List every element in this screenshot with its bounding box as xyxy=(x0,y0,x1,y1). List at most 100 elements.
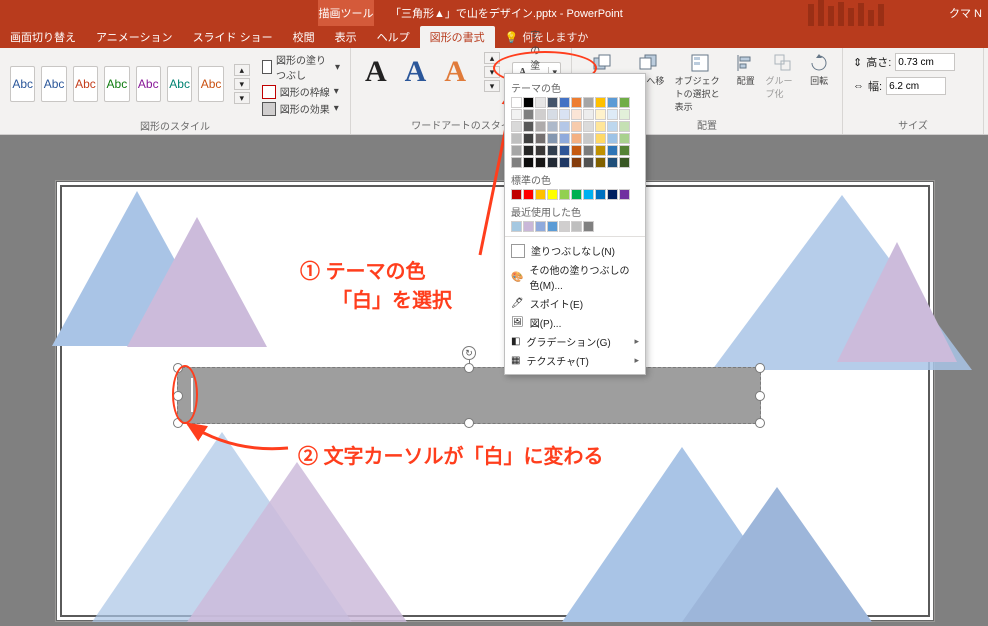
theme-color-swatch[interactable] xyxy=(595,145,606,156)
theme-color-swatch[interactable] xyxy=(559,121,570,132)
gradient-fill-item[interactable]: ◧グラデーション(G)▸ xyxy=(511,332,639,351)
standard-color-swatch[interactable] xyxy=(619,189,630,200)
recent-color-swatch[interactable] xyxy=(511,221,522,232)
theme-color-swatch[interactable] xyxy=(547,133,558,144)
tab-shape-format[interactable]: 図形の書式 xyxy=(420,26,495,48)
tab-animations[interactable]: アニメーション xyxy=(86,26,183,48)
recent-color-swatch[interactable] xyxy=(535,221,546,232)
theme-color-swatch[interactable] xyxy=(571,145,582,156)
shape-style-preset[interactable]: Abc xyxy=(198,66,223,102)
group-button[interactable]: グループ化 xyxy=(765,52,800,100)
gallery-down-icon[interactable]: ▾ xyxy=(234,78,250,90)
theme-color-swatch[interactable] xyxy=(523,121,534,132)
theme-color-swatch[interactable] xyxy=(511,97,522,108)
gallery-up-icon[interactable]: ▴ xyxy=(234,64,250,76)
theme-color-swatch[interactable] xyxy=(571,157,582,168)
resize-handle[interactable] xyxy=(464,363,474,373)
shape-style-preset[interactable]: Abc xyxy=(10,66,35,102)
resize-handle[interactable] xyxy=(173,363,183,373)
theme-color-swatch[interactable] xyxy=(547,109,558,120)
theme-color-swatch[interactable] xyxy=(571,133,582,144)
slide-canvas[interactable]: ↻ xyxy=(55,180,935,622)
recent-color-swatch[interactable] xyxy=(523,221,534,232)
theme-color-swatch[interactable] xyxy=(511,157,522,168)
theme-color-swatch[interactable] xyxy=(595,97,606,108)
theme-color-swatch[interactable] xyxy=(559,97,570,108)
theme-color-swatch[interactable] xyxy=(619,121,630,132)
theme-color-swatch[interactable] xyxy=(535,97,546,108)
gallery-more-icon[interactable]: ▾ xyxy=(234,92,250,104)
theme-color-swatch[interactable] xyxy=(571,97,582,108)
theme-color-swatch[interactable] xyxy=(559,133,570,144)
recent-color-swatch[interactable] xyxy=(583,221,594,232)
theme-color-swatch[interactable] xyxy=(619,157,630,168)
selected-textbox[interactable]: ↻ xyxy=(177,367,761,424)
theme-color-swatch[interactable] xyxy=(547,157,558,168)
theme-color-swatch[interactable] xyxy=(571,121,582,132)
shape-style-preset[interactable]: Abc xyxy=(73,66,98,102)
wordart-preset[interactable]: A xyxy=(361,55,391,89)
theme-color-swatch[interactable] xyxy=(583,133,594,144)
gallery-up-icon[interactable]: ▴ xyxy=(484,52,500,64)
tell-me[interactable]: 💡 何をしますか xyxy=(495,29,589,45)
theme-color-swatch[interactable] xyxy=(559,145,570,156)
theme-color-swatch[interactable] xyxy=(619,97,630,108)
theme-color-swatch[interactable] xyxy=(583,145,594,156)
theme-color-swatch[interactable] xyxy=(571,109,582,120)
resize-handle[interactable] xyxy=(464,418,474,428)
recent-color-swatch[interactable] xyxy=(559,221,570,232)
recent-color-swatch[interactable] xyxy=(571,221,582,232)
theme-color-swatch[interactable] xyxy=(511,121,522,132)
theme-color-swatch[interactable] xyxy=(559,157,570,168)
theme-color-swatch[interactable] xyxy=(583,97,594,108)
theme-color-swatch[interactable] xyxy=(607,133,618,144)
theme-color-swatch[interactable] xyxy=(511,133,522,144)
theme-color-swatch[interactable] xyxy=(559,109,570,120)
more-fill-colors-item[interactable]: 🎨その他の塗りつぶしの色(M)... xyxy=(511,260,639,294)
theme-color-swatch[interactable] xyxy=(607,145,618,156)
theme-color-swatch[interactable] xyxy=(595,121,606,132)
shape-fill-button[interactable]: 図形の塗りつぶし▾ xyxy=(262,52,340,82)
tab-help[interactable]: ヘルプ xyxy=(367,26,420,48)
wordart-preset[interactable]: A xyxy=(401,55,431,89)
theme-color-swatch[interactable] xyxy=(535,121,546,132)
standard-color-swatch[interactable] xyxy=(595,189,606,200)
resize-handle[interactable] xyxy=(173,391,183,401)
eyedropper-item[interactable]: 🖊スポイト(E) xyxy=(511,294,639,313)
theme-color-swatch[interactable] xyxy=(547,97,558,108)
theme-color-swatch[interactable] xyxy=(607,97,618,108)
theme-color-swatch[interactable] xyxy=(535,157,546,168)
wordart-preset[interactable]: A xyxy=(440,55,470,89)
theme-color-swatch[interactable] xyxy=(619,133,630,144)
theme-color-swatch[interactable] xyxy=(523,97,534,108)
shape-outline-button[interactable]: 図形の枠線▾ xyxy=(262,84,340,99)
recent-color-swatch[interactable] xyxy=(547,221,558,232)
theme-color-swatch[interactable] xyxy=(523,109,534,120)
no-fill-item[interactable]: 塗りつぶしなし(N) xyxy=(511,241,639,260)
tab-review[interactable]: 校閲 xyxy=(283,26,325,48)
theme-color-swatch[interactable] xyxy=(547,145,558,156)
resize-handle[interactable] xyxy=(755,418,765,428)
texture-fill-item[interactable]: ▦テクスチャ(T)▸ xyxy=(511,351,639,370)
theme-color-swatch[interactable] xyxy=(523,145,534,156)
theme-color-swatch[interactable] xyxy=(511,145,522,156)
theme-color-swatch[interactable] xyxy=(535,133,546,144)
shape-style-preset[interactable]: Abc xyxy=(104,66,129,102)
rotate-handle[interactable]: ↻ xyxy=(462,346,476,360)
theme-color-swatch[interactable] xyxy=(607,157,618,168)
picture-fill-item[interactable]: 🖼図(P)... xyxy=(511,313,639,332)
shape-effects-button[interactable]: 図形の効果▾ xyxy=(262,101,340,116)
standard-color-swatch[interactable] xyxy=(547,189,558,200)
standard-color-swatch[interactable] xyxy=(559,189,570,200)
theme-color-swatch[interactable] xyxy=(595,109,606,120)
rotate-button[interactable]: 回転 xyxy=(806,52,832,87)
standard-color-swatch[interactable] xyxy=(523,189,534,200)
tab-view[interactable]: 表示 xyxy=(325,26,367,48)
standard-color-swatch[interactable] xyxy=(511,189,522,200)
shape-style-preset[interactable]: Abc xyxy=(136,66,161,102)
theme-color-swatch[interactable] xyxy=(535,145,546,156)
height-input[interactable] xyxy=(895,53,955,71)
theme-color-swatch[interactable] xyxy=(595,157,606,168)
theme-color-swatch[interactable] xyxy=(535,109,546,120)
theme-color-swatch[interactable] xyxy=(619,109,630,120)
